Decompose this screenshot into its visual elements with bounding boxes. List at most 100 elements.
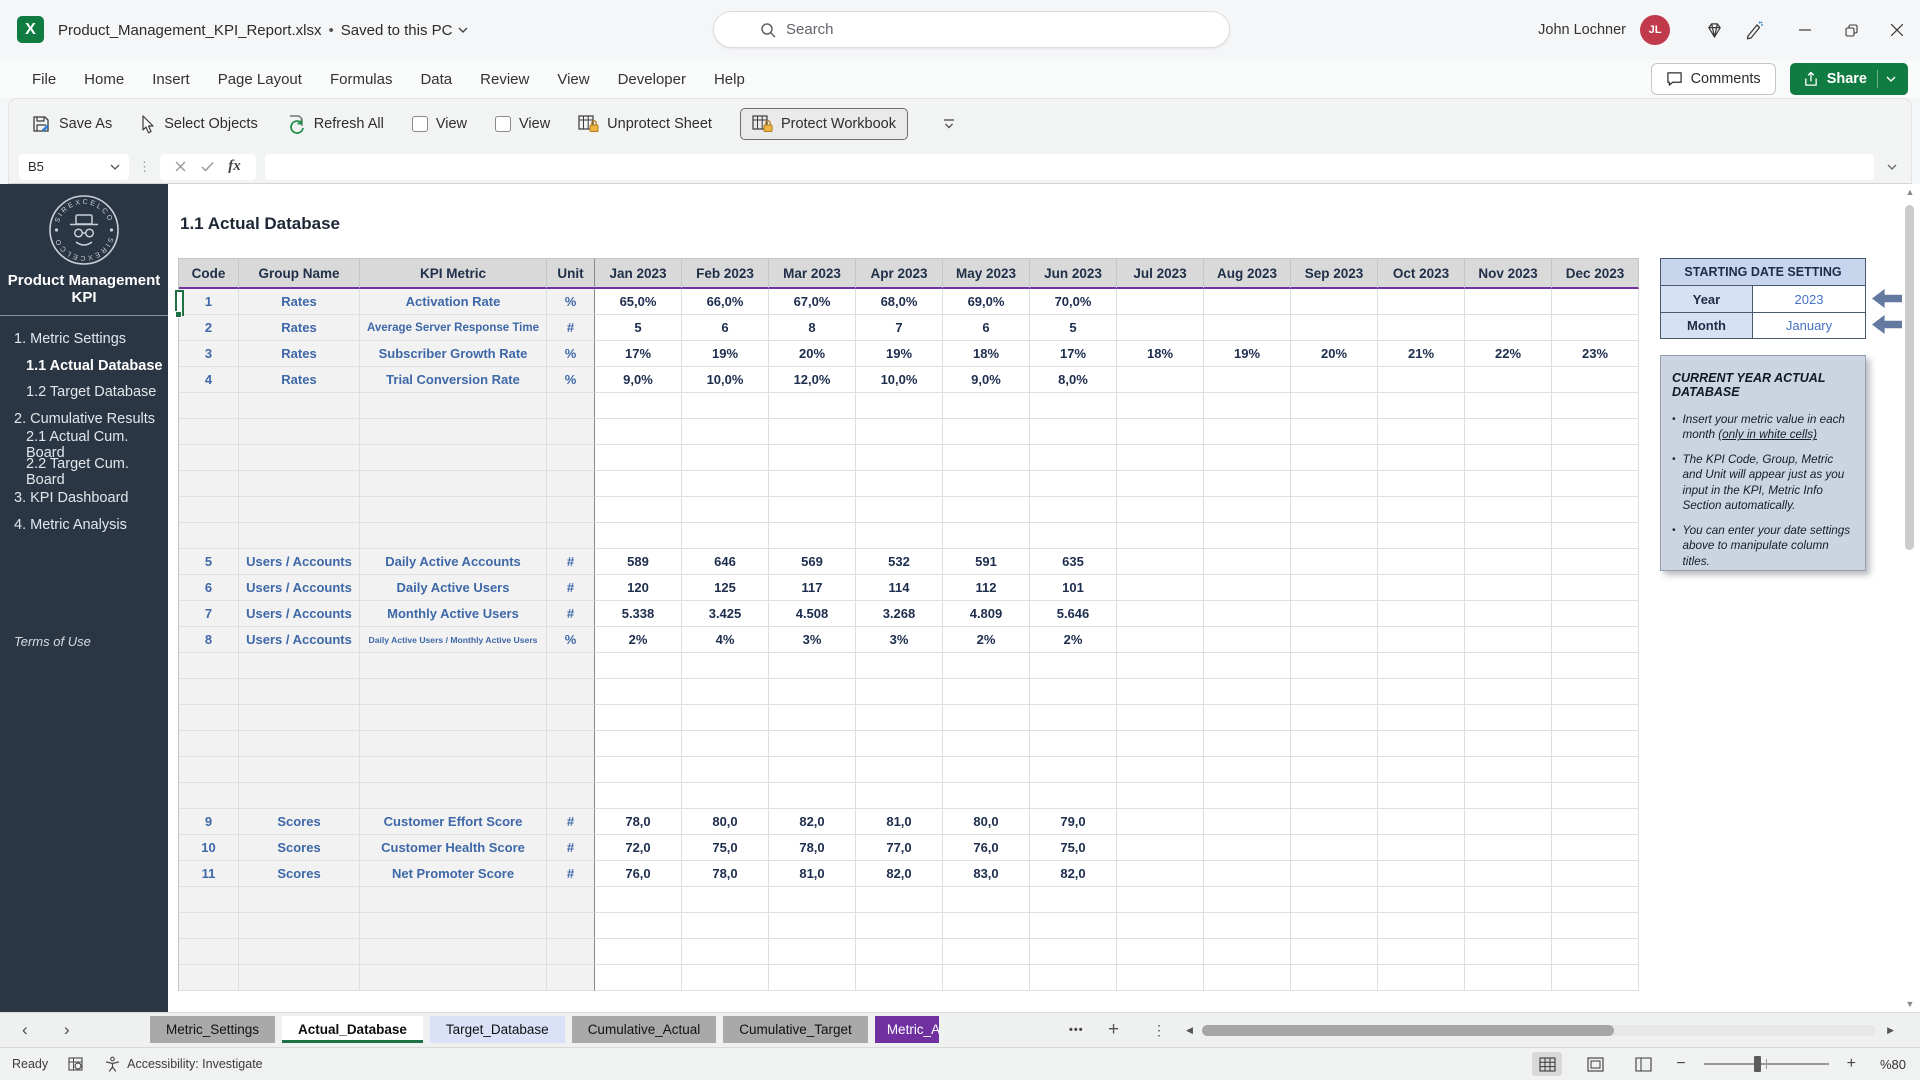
hscroll-right-icon[interactable]: ▶ [1887,1013,1894,1047]
premium-gem-icon[interactable] [1694,10,1734,50]
cell-empty[interactable] [1204,679,1291,705]
view-checkbox-1[interactable]: View [411,116,467,132]
cell-empty[interactable] [1552,705,1639,731]
cell-empty[interactable] [856,497,943,523]
cell-value[interactable]: 81,0 [769,861,856,887]
restore-button[interactable] [1828,7,1874,53]
cell-value[interactable]: 5 [1030,315,1117,341]
ribbon-tab-review[interactable]: Review [466,60,543,98]
cell-value[interactable] [1291,835,1378,861]
cell-group[interactable]: Rates [239,341,360,367]
cell-empty[interactable] [1378,939,1465,965]
cell-empty[interactable] [1378,705,1465,731]
sheet-tab-target-database[interactable]: Target_Database [429,1016,565,1043]
cell-empty[interactable] [595,471,682,497]
cell-value[interactable] [1291,289,1378,315]
cell-empty[interactable] [360,939,547,965]
cell-value[interactable] [1378,549,1465,575]
cell-empty[interactable] [1030,471,1117,497]
cell-empty[interactable] [943,679,1030,705]
cell-empty[interactable] [856,393,943,419]
cell-empty[interactable] [1291,445,1378,471]
column-header-month[interactable]: Apr 2023 [856,259,943,289]
cell-value[interactable] [1378,835,1465,861]
cell-empty[interactable] [1465,393,1552,419]
cell-value[interactable]: 82,0 [769,809,856,835]
column-header-month[interactable]: Jun 2023 [1030,259,1117,289]
cell-value[interactable] [1552,575,1639,601]
cell-empty[interactable] [239,965,360,991]
cell-empty[interactable] [179,445,239,471]
ribbon-tab-page-layout[interactable]: Page Layout [204,60,316,98]
cell-value[interactable]: 19% [1204,341,1291,367]
zoom-level[interactable]: %80 [1874,1057,1906,1072]
cell-value[interactable]: 3.268 [856,601,943,627]
cell-value[interactable] [1117,549,1204,575]
cell-empty[interactable] [360,653,547,679]
cell-value[interactable]: 8,0% [1030,367,1117,393]
cell-metric[interactable]: Daily Active Users / Monthly Active User… [360,627,547,653]
cell-value[interactable]: 20% [769,341,856,367]
cell-value[interactable] [1465,315,1552,341]
cell-value[interactable]: 8 [769,315,856,341]
cell-metric[interactable]: Net Promoter Score [360,861,547,887]
cell-group[interactable]: Users / Accounts [239,627,360,653]
cell-unit[interactable]: # [547,315,595,341]
cell-value[interactable]: 78,0 [595,809,682,835]
cell-value[interactable]: 125 [682,575,769,601]
cell-empty[interactable] [1552,679,1639,705]
cell-empty[interactable] [1378,653,1465,679]
cell-value[interactable]: 5 [595,315,682,341]
cell-unit[interactable]: # [547,809,595,835]
column-header-month[interactable]: Dec 2023 [1552,259,1639,289]
cell-value[interactable] [1552,549,1639,575]
cell-empty[interactable] [769,887,856,913]
cell-metric[interactable]: Monthly Active Users [360,601,547,627]
column-header-month[interactable]: Jan 2023 [595,259,682,289]
ribbon-tab-file[interactable]: File [18,60,70,98]
cell-empty[interactable] [179,653,239,679]
cell-empty[interactable] [595,523,682,549]
cell-empty[interactable] [856,757,943,783]
cell-empty[interactable] [547,471,595,497]
cell-empty[interactable] [1291,653,1378,679]
cell-empty[interactable] [1030,653,1117,679]
cell-empty[interactable] [1291,471,1378,497]
cell-empty[interactable] [1117,939,1204,965]
date-setting-label-month[interactable]: Month [1661,312,1753,338]
new-sheet-icon[interactable]: + [1108,1013,1119,1047]
cell-empty[interactable] [943,965,1030,991]
cell-empty[interactable] [1204,731,1291,757]
cell-value[interactable] [1204,315,1291,341]
more-sheets-icon[interactable]: ••• [1069,1013,1084,1047]
cell-empty[interactable] [1117,783,1204,809]
cell-empty[interactable] [1291,913,1378,939]
accessibility-status[interactable]: Accessibility: Investigate [105,1056,263,1072]
cell-empty[interactable] [239,523,360,549]
cell-empty[interactable] [1552,445,1639,471]
cell-value[interactable]: 19% [682,341,769,367]
cell-empty[interactable] [1117,887,1204,913]
ribbon-tab-developer[interactable]: Developer [604,60,700,98]
saved-status-dropdown[interactable]: Saved to this PC [341,22,469,39]
cell-empty[interactable] [595,965,682,991]
page-layout-view-button[interactable] [1580,1052,1610,1076]
cell-value[interactable]: 69,0% [943,289,1030,315]
cell-value[interactable]: 19% [856,341,943,367]
cell-value[interactable] [1291,575,1378,601]
cell-value[interactable]: 9,0% [595,367,682,393]
cell-code[interactable]: 3 [179,341,239,367]
cell-value[interactable] [1291,315,1378,341]
cell-value[interactable] [1204,575,1291,601]
horizontal-scrollbar[interactable] [1202,1025,1876,1036]
cell-empty[interactable] [682,393,769,419]
cell-value[interactable]: 10,0% [682,367,769,393]
cell-empty[interactable] [682,887,769,913]
cell-value[interactable]: 3% [769,627,856,653]
cell-empty[interactable] [1291,705,1378,731]
scroll-up-icon[interactable]: ▲ [1903,187,1917,197]
cell-empty[interactable] [1117,419,1204,445]
horizontal-scroll-thumb[interactable] [1202,1025,1614,1036]
cell-empty[interactable] [595,939,682,965]
checkbox-icon[interactable] [411,116,428,132]
